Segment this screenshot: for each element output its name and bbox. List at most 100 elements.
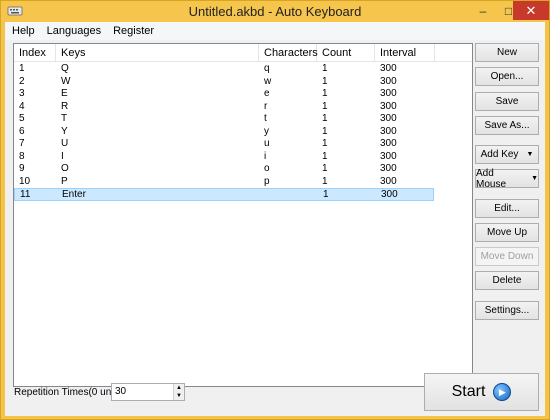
table-row[interactable]: 2 Ww 1 300 <box>14 76 472 89</box>
settings-button[interactable]: Settings... <box>475 301 539 320</box>
edit-button[interactable]: Edit... <box>475 199 539 218</box>
start-label: Start <box>451 383 486 400</box>
menu-languages[interactable]: Languages <box>41 25 107 37</box>
cell-interval: 300 <box>380 100 397 112</box>
list-rows: 1 Qq 1 300 2 Ww 1 300 3 Ee 1 300 4 Rr 1 300 5 Tt 1 300 6 Yy 1 3… <box>14 63 472 201</box>
cell-count: 1 <box>322 125 328 137</box>
repetition-input[interactable]: 30 ▲ ▼ <box>111 383 185 401</box>
move-up-button[interactable]: Move Up <box>475 223 539 242</box>
table-row[interactable]: 11 Enter 1 300 <box>14 188 434 201</box>
cell-interval: 300 <box>380 113 397 124</box>
cell-count: 1 <box>322 75 328 87</box>
cell-characters: t <box>264 113 267 124</box>
cell-interval: 300 <box>380 175 397 187</box>
cell-index: 6 <box>19 125 25 137</box>
cell-interval: 300 <box>381 189 398 200</box>
cell-index: 1 <box>19 63 25 74</box>
table-row[interactable]: 5 Tt 1 300 <box>14 113 472 126</box>
cell-index: 11 <box>20 189 31 200</box>
cell-count: 1 <box>322 100 328 112</box>
chevron-down-icon: ▼ <box>526 151 534 158</box>
repetition-value: 30 <box>115 386 127 397</box>
spin-up-icon[interactable]: ▲ <box>176 385 182 391</box>
cell-count: 1 <box>322 88 328 99</box>
cell-interval: 300 <box>380 75 397 87</box>
column-header-keys[interactable]: Keys <box>56 44 259 62</box>
cell-keys: E <box>61 88 68 99</box>
start-button[interactable]: Start ▶ <box>424 373 539 411</box>
cell-keys: Q <box>61 63 69 74</box>
table-row[interactable]: 9 Oo 1 300 <box>14 163 472 176</box>
cell-interval: 300 <box>380 88 397 99</box>
cell-count: 1 <box>322 163 328 174</box>
column-header-interval[interactable]: Interval <box>375 44 435 62</box>
cell-characters: u <box>264 138 270 149</box>
play-icon: ▶ <box>493 383 512 401</box>
chevron-down-icon: ▼ <box>531 175 538 182</box>
cell-index: 10 <box>19 175 31 187</box>
add-mouse-button[interactable]: Add Mouse ▼ <box>475 167 539 190</box>
save-button[interactable]: Save <box>475 92 539 111</box>
column-header-index[interactable]: Index <box>14 44 56 62</box>
menu-help[interactable]: Help <box>5 25 41 37</box>
open-button[interactable]: Open... <box>475 67 539 86</box>
add-key-label: Add Key <box>480 149 519 160</box>
cell-keys: Y <box>61 125 68 137</box>
menu-bar: Help Languages Register <box>5 22 545 40</box>
table-row[interactable]: 3 Ee 1 300 <box>14 88 472 101</box>
cell-keys: R <box>61 100 69 112</box>
cell-characters: r <box>264 100 268 112</box>
cell-index: 9 <box>19 163 25 174</box>
cell-characters: e <box>264 88 270 99</box>
cell-count: 1 <box>323 189 329 200</box>
table-row[interactable]: 7 Uu 1 300 <box>14 138 472 151</box>
table-row[interactable]: 1 Qq 1 300 <box>14 63 472 76</box>
spin-down-icon[interactable]: ▼ <box>176 393 182 399</box>
column-header-characters[interactable]: Characters <box>259 44 318 62</box>
cell-index: 8 <box>19 150 25 162</box>
cell-interval: 300 <box>380 150 397 162</box>
save-as-button[interactable]: Save As... <box>475 116 539 135</box>
cell-interval: 300 <box>380 125 397 137</box>
move-down-button: Move Down <box>475 247 539 266</box>
new-button[interactable]: New <box>475 43 539 62</box>
cell-interval: 300 <box>380 63 397 74</box>
cell-characters: p <box>264 175 270 187</box>
cell-keys: P <box>61 175 68 187</box>
cell-keys: O <box>61 163 69 174</box>
cell-keys: I <box>61 150 64 162</box>
cell-count: 1 <box>322 175 328 187</box>
cell-count: 1 <box>322 150 328 162</box>
cell-index: 7 <box>19 138 25 149</box>
add-key-button[interactable]: Add Key ▼ <box>475 145 539 164</box>
column-header-count[interactable]: Count <box>317 44 375 62</box>
menu-register[interactable]: Register <box>107 25 160 37</box>
app-window: Untitled.akbd - Auto Keyboard – □ ✕ Help… <box>0 0 550 420</box>
cell-keys: T <box>61 113 68 124</box>
cell-characters: w <box>264 75 272 87</box>
cell-index: 2 <box>19 75 25 87</box>
cell-count: 1 <box>322 63 328 74</box>
table-row[interactable]: 6 Yy 1 300 <box>14 126 472 139</box>
cell-interval: 300 <box>380 163 397 174</box>
cell-interval: 300 <box>380 138 397 149</box>
cell-count: 1 <box>322 113 328 124</box>
cell-index: 4 <box>19 100 25 112</box>
cell-keys: W <box>61 75 71 87</box>
table-row[interactable]: 10 Pp 1 300 <box>14 176 472 189</box>
title-bar[interactable]: Untitled.akbd - Auto Keyboard – □ ✕ <box>1 1 549 22</box>
cell-characters: o <box>264 163 270 174</box>
cell-characters: i <box>264 150 267 162</box>
delete-button[interactable]: Delete <box>475 271 539 290</box>
cell-keys: U <box>61 138 69 149</box>
minimize-button[interactable]: – <box>470 1 496 20</box>
close-button[interactable]: ✕ <box>513 1 549 20</box>
key-list[interactable]: Index Keys Characters Count Interval 1 Qq… <box>13 43 473 387</box>
cell-characters: y <box>264 125 269 137</box>
repetition-spinner[interactable]: ▲ ▼ <box>173 384 184 400</box>
table-row[interactable]: 4 Rr 1 300 <box>14 101 472 114</box>
table-row[interactable]: 8 Ii 1 300 <box>14 151 472 164</box>
list-header: Index Keys Characters Count Interval <box>14 44 472 62</box>
window-title: Untitled.akbd - Auto Keyboard <box>188 4 362 19</box>
add-mouse-label: Add Mouse <box>476 167 507 190</box>
